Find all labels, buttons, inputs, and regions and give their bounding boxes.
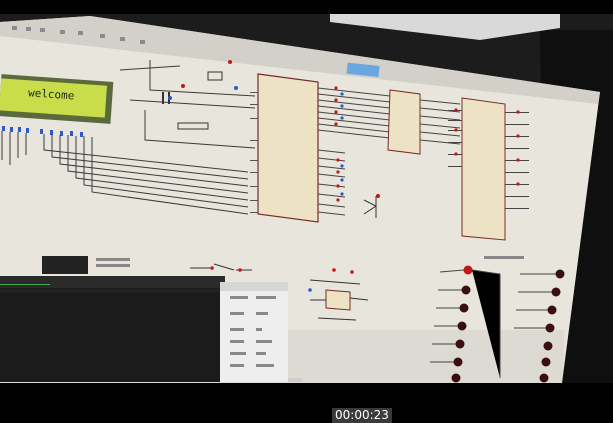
mcu-chip [257,73,319,223]
video-frame: welcome [0,0,613,423]
video-timestamp: 00:00:23 [332,408,392,423]
memory-chip [461,97,506,241]
lcd-display: welcome [0,74,114,124]
led-label [484,256,524,259]
latch-chip [387,89,421,155]
properties-panel [220,282,288,382]
terminal-window [0,276,225,382]
